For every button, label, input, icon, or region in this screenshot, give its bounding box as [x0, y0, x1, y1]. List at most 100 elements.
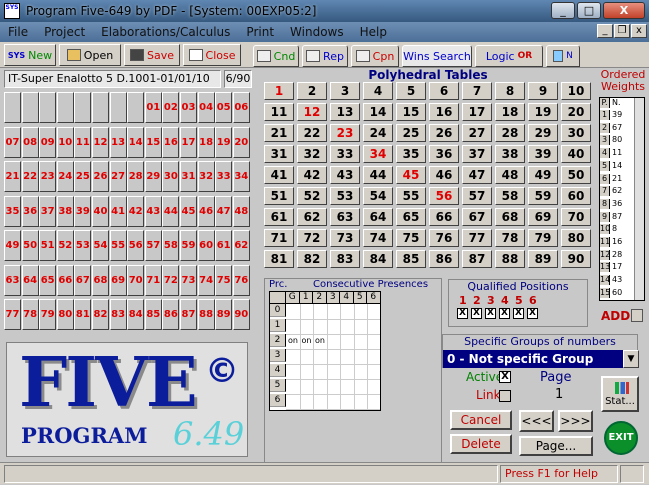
delete-button[interactable]: Delete: [450, 434, 512, 454]
number-cell[interactable]: 15: [144, 126, 162, 158]
mdi-restore-button[interactable]: ❐: [614, 24, 630, 38]
mdi-close-button[interactable]: x: [631, 24, 647, 38]
number-cell[interactable]: 12: [92, 126, 109, 158]
polyhedral-cell[interactable]: 19: [528, 103, 558, 121]
polyhedral-cell[interactable]: 88: [495, 250, 525, 268]
number-cell[interactable]: 60: [197, 230, 215, 261]
polyhedral-cell[interactable]: 77: [462, 229, 492, 247]
number-cell[interactable]: 83: [109, 299, 127, 330]
weights-row[interactable]: 12 28: [600, 249, 636, 261]
polyhedral-cell[interactable]: 15: [396, 103, 426, 121]
consecutive-cell-value[interactable]: on: [315, 336, 325, 345]
add-checkbox[interactable]: [631, 309, 643, 322]
qualified-position-checkbox[interactable]: X: [513, 308, 524, 319]
menu-file[interactable]: File: [0, 25, 36, 39]
number-cell[interactable]: 05: [215, 92, 233, 123]
weights-row[interactable]: 9 87: [600, 211, 636, 223]
number-cell[interactable]: 35: [4, 195, 21, 227]
polyhedral-cell[interactable]: 7: [462, 82, 492, 100]
number-cell[interactable]: 46: [197, 195, 215, 227]
polyhedral-cell[interactable]: 23: [330, 124, 360, 142]
polyhedral-cell[interactable]: 21: [264, 124, 294, 142]
sys-new-button[interactable]: SYS New: [4, 44, 56, 66]
number-cell[interactable]: 19: [215, 126, 233, 158]
polyhedral-cell[interactable]: 11: [264, 103, 294, 121]
polyhedral-cell[interactable]: 54: [363, 187, 393, 205]
polyhedral-cell[interactable]: 83: [330, 250, 360, 268]
polyhedral-cell[interactable]: 65: [396, 208, 426, 226]
polyhedral-cell[interactable]: 35: [396, 145, 426, 163]
weights-row[interactable]: 7 62: [600, 186, 636, 197]
polyhedral-cell[interactable]: 82: [297, 250, 327, 268]
menu-help[interactable]: Help: [352, 25, 395, 39]
polyhedral-cell[interactable]: 20: [561, 103, 591, 121]
number-cell[interactable]: 32: [197, 161, 215, 192]
number-cell[interactable]: 77: [4, 299, 21, 330]
maximize-button[interactable]: □: [577, 2, 601, 19]
qualified-position-checkbox[interactable]: X: [499, 308, 510, 319]
close-window-button[interactable]: X: [603, 2, 645, 19]
number-cell[interactable]: 03: [180, 92, 197, 123]
number-cell[interactable]: 41: [109, 195, 127, 227]
number-cell[interactable]: 80: [56, 299, 74, 330]
polyhedral-cell[interactable]: 32: [297, 145, 327, 163]
number-cell[interactable]: 53: [74, 230, 92, 261]
number-cell[interactable]: 29: [144, 161, 162, 192]
polyhedral-cell[interactable]: 9: [528, 82, 558, 100]
number-cell[interactable]: 13: [109, 126, 127, 158]
cancel-button[interactable]: Cancel: [450, 410, 512, 430]
number-cell[interactable]: 76: [232, 264, 250, 296]
menu-elaborations[interactable]: Elaborations/Calculus: [93, 25, 238, 39]
number-cell[interactable]: 56: [127, 230, 145, 261]
weights-row[interactable]: 2 67: [600, 122, 636, 134]
polyhedral-cell[interactable]: 43: [330, 166, 360, 184]
polyhedral-cell[interactable]: 2: [297, 82, 327, 100]
tab-n[interactable]: N: [546, 45, 580, 67]
polyhedral-cell[interactable]: 5: [396, 82, 426, 100]
polyhedral-cell[interactable]: 40: [561, 145, 591, 163]
number-cell[interactable]: 61: [215, 230, 233, 261]
save-button[interactable]: Save: [124, 44, 180, 66]
polyhedral-cell[interactable]: 59: [528, 187, 558, 205]
number-cell[interactable]: 85: [144, 299, 162, 330]
consecutive-cell-value[interactable]: on: [302, 336, 312, 345]
polyhedral-cell[interactable]: 14: [363, 103, 393, 121]
polyhedral-cell[interactable]: 70: [561, 208, 591, 226]
polyhedral-cell[interactable]: 45: [396, 166, 426, 184]
number-cell[interactable]: 86: [162, 299, 180, 330]
number-cell[interactable]: 90: [232, 299, 250, 330]
weights-row[interactable]: 14 43: [600, 275, 636, 286]
number-cell[interactable]: 37: [39, 195, 57, 227]
polyhedral-cell[interactable]: 12: [297, 103, 327, 121]
polyhedral-cell[interactable]: 62: [297, 208, 327, 226]
exit-button[interactable]: EXIT: [604, 421, 638, 455]
number-cell[interactable]: 74: [197, 264, 215, 296]
number-cell[interactable]: 43: [144, 195, 162, 227]
link-checkbox[interactable]: [499, 390, 511, 402]
polyhedral-cell[interactable]: 34: [363, 145, 393, 163]
number-cell[interactable]: 71: [144, 264, 162, 296]
number-cell[interactable]: 40: [92, 195, 109, 227]
number-cell[interactable]: 33: [215, 161, 233, 192]
polyhedral-cell[interactable]: 28: [495, 124, 525, 142]
number-cell[interactable]: 23: [39, 161, 57, 192]
polyhedral-cell[interactable]: 13: [330, 103, 360, 121]
polyhedral-cell[interactable]: 51: [264, 187, 294, 205]
polyhedral-cell[interactable]: 61: [264, 208, 294, 226]
polyhedral-cell[interactable]: 24: [363, 124, 393, 142]
weights-row[interactable]: 10 8: [600, 224, 636, 235]
weights-row[interactable]: 4 11: [600, 148, 636, 159]
page-dialog-button[interactable]: Page...: [519, 436, 593, 456]
qualified-position-checkbox[interactable]: X: [471, 308, 482, 319]
number-cell[interactable]: 64: [21, 264, 39, 296]
number-cell[interactable]: 78: [21, 299, 39, 330]
number-cell[interactable]: 70: [127, 264, 145, 296]
polyhedral-cell[interactable]: 8: [495, 82, 525, 100]
number-cell[interactable]: 87: [180, 299, 197, 330]
number-cell[interactable]: 62: [232, 230, 250, 261]
number-cell[interactable]: 02: [162, 92, 180, 123]
number-cell[interactable]: 20: [232, 126, 250, 158]
number-cell[interactable]: 01: [144, 92, 162, 123]
polyhedral-cell[interactable]: 46: [429, 166, 459, 184]
polyhedral-cell[interactable]: 68: [495, 208, 525, 226]
